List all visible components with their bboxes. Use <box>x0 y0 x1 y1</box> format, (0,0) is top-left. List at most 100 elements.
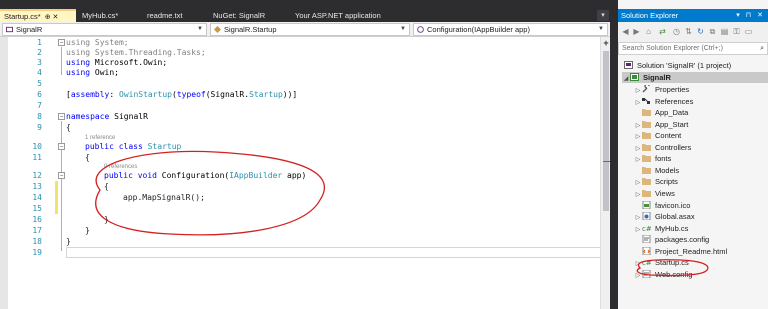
scrollbar-thumb[interactable] <box>603 51 609 211</box>
tree-item-label: App_Start <box>655 119 689 129</box>
tree-item[interactable]: ▷ Properties <box>634 84 689 95</box>
tree-item[interactable]: App_Data <box>634 107 688 118</box>
properties-icon[interactable]: ⚿ <box>732 27 741 36</box>
forward-icon[interactable]: ▶ <box>632 27 641 36</box>
tree-item[interactable]: ▷ c# MyHub.cs <box>634 223 689 234</box>
tree-item[interactable]: ▷ Content <box>634 130 682 141</box>
svg-text:c#: c# <box>642 225 651 232</box>
project-dropdown-value: SignalR <box>16 25 43 34</box>
codelens-method-references[interactable]: 0 references <box>104 163 137 171</box>
csharp-project-icon <box>6 26 13 33</box>
project-node-signalr[interactable]: ◢ SignalR <box>622 72 768 83</box>
editor-vertical-scrollbar[interactable]: + <box>600 37 610 309</box>
line-number: 9 <box>37 123 42 132</box>
code-line-6: [assembly: OwinStartup(typeof(SignalR.St… <box>66 90 298 99</box>
code-line-18: } <box>66 237 71 246</box>
tab-readme-txt[interactable]: readme.txt <box>143 9 182 22</box>
project-dropdown[interactable]: SignalR ▼ <box>2 23 207 36</box>
pin-close-icon[interactable]: ⊕ ✕ <box>45 14 59 21</box>
tree-item-label: References <box>655 96 694 106</box>
member-dropdown[interactable]: Configuration(IAppBuilder app) ▼ <box>413 23 608 36</box>
tree-item-label: Properties <box>655 85 690 94</box>
code-editor[interactable]: 1 2 3 4 5 6 7 8 9 10 11 12 13 14 15 16 1… <box>0 37 610 309</box>
code-line-2: using System.Threading.Tasks; <box>66 48 206 57</box>
type-dropdown[interactable]: SignalR.Startup ▼ <box>210 23 410 36</box>
type-dropdown-value: SignalR.Startup <box>224 25 277 34</box>
asax-file-icon <box>642 212 655 221</box>
tree-item-label: Content <box>655 131 682 141</box>
tab-asp-net-application[interactable]: Your ASP.NET application <box>291 9 381 22</box>
chevron-down-icon: ▼ <box>598 26 604 32</box>
line-number: 14 <box>32 193 42 202</box>
tree-item[interactable]: ▷ App_Start <box>634 119 689 130</box>
solution-icon <box>624 61 633 69</box>
code-line-13: { <box>104 182 109 191</box>
code-line-16: } <box>104 215 109 224</box>
outline-guide <box>61 121 62 251</box>
tree-item-label: Startup.cs <box>655 258 689 268</box>
split-window-icon[interactable]: + <box>602 39 610 48</box>
svg-text:c#: c# <box>642 259 651 266</box>
config-file-icon <box>642 235 655 244</box>
tree-item-label: Models <box>655 165 680 175</box>
tree-item[interactable]: Models <box>634 165 679 176</box>
tree-item[interactable]: packages.config <box>634 234 709 245</box>
line-number: 19 <box>32 248 42 257</box>
tree-item[interactable]: ▷ References <box>634 96 694 107</box>
solution-explorer-search-input[interactable]: Search Solution Explorer (Ctrl+;) ⌕ <box>618 42 768 55</box>
collapse-usings-icon[interactable]: − <box>58 39 65 46</box>
line-number: 2 <box>37 48 42 57</box>
member-dropdown-value: Configuration(IAppBuilder app) <box>427 25 530 34</box>
csharp-file-icon: c# <box>642 258 655 267</box>
code-line-10: public class Startup <box>85 142 182 151</box>
tab-label: Startup.cs* <box>4 12 41 21</box>
pending-changes-icon[interactable]: ◷ <box>672 27 681 36</box>
outline-guide <box>61 47 62 75</box>
class-icon <box>214 26 221 33</box>
folder-icon <box>642 154 655 163</box>
collapse-class-icon[interactable]: − <box>58 143 65 150</box>
config-file-icon <box>642 269 655 279</box>
unsaved-change-marker <box>55 181 58 214</box>
tab-overflow-dropdown-icon[interactable]: ▾ <box>597 10 609 21</box>
preview-icon[interactable]: ▭ <box>744 27 753 36</box>
view-icon[interactable]: ▤ <box>720 27 729 36</box>
codelens-class-references[interactable]: 1 reference <box>85 134 115 142</box>
tree-item-label: MyHub.cs <box>655 223 689 233</box>
tree-item[interactable]: ▷ Controllers <box>634 142 692 153</box>
tree-item[interactable]: ▷ Views <box>634 188 675 199</box>
tree-item[interactable]: favicon.ico <box>634 200 690 211</box>
refresh-icon[interactable]: ↻ <box>696 27 705 36</box>
chevron-down-icon: ▼ <box>197 26 203 32</box>
tab-myhub-cs[interactable]: MyHub.cs* <box>78 9 118 22</box>
navigation-bar: SignalR ▼ SignalR.Startup ▼ Configuratio… <box>0 22 610 37</box>
solution-node[interactable]: Solution 'SignalR' (1 project) <box>624 60 731 71</box>
tab-nuget-signalr[interactable]: NuGet: SignalR <box>209 9 265 22</box>
tree-item-label: Scripts <box>655 177 678 187</box>
show-all-files-icon[interactable]: ⇅ <box>684 27 693 36</box>
collapse-method-icon[interactable]: − <box>58 172 65 179</box>
expanded-arrow-icon[interactable]: ◢ <box>622 74 630 85</box>
folder-icon <box>642 131 655 140</box>
tree-item[interactable]: ▷ c# Startup.cs <box>634 257 689 268</box>
tree-item-label: Controllers <box>655 142 692 152</box>
home-icon[interactable]: ⌂ <box>644 27 653 36</box>
tree-item[interactable]: ▷ Global.asax <box>634 211 695 222</box>
collapse-all-icon[interactable]: ⧉ <box>708 27 717 36</box>
sync-icon[interactable]: ⇄ <box>658 27 667 36</box>
folder-icon <box>642 143 655 152</box>
pane-splitter[interactable] <box>610 0 618 309</box>
tree-item[interactable]: ▷ Web.config <box>634 269 692 280</box>
project-label: SignalR <box>643 73 671 82</box>
collapse-namespace-icon[interactable]: − <box>58 113 65 120</box>
tab-startup-cs[interactable]: Startup.cs* ⊕ ✕ <box>0 9 76 22</box>
tree-item[interactable]: ▷ Scripts <box>634 176 678 187</box>
collapsed-arrow-icon[interactable]: ▷ <box>634 271 642 282</box>
line-number: 4 <box>37 68 42 77</box>
panel-window-controls[interactable]: ▾ ⊓ ✕ <box>736 9 765 22</box>
back-icon[interactable]: ◀ <box>621 27 630 36</box>
tree-item[interactable]: Project_Readme.html <box>634 246 727 257</box>
web-project-icon <box>630 73 639 81</box>
tree-item[interactable]: ▷ fonts <box>634 153 672 164</box>
code-line-8: namespace SignalR <box>66 112 148 121</box>
